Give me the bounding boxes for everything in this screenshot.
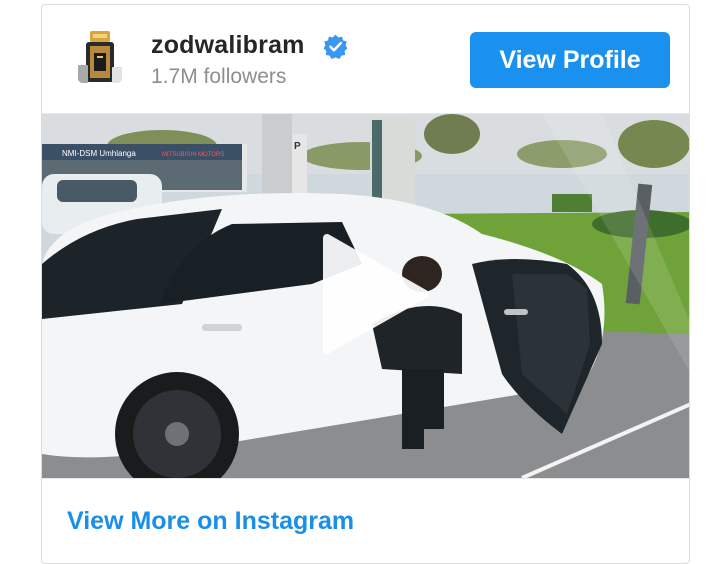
parking-sign: P	[294, 141, 301, 152]
view-more-link[interactable]: View More on Instagram	[67, 507, 354, 536]
follower-count: 1.7M followers	[151, 65, 287, 88]
brand-sign: MITSUBISHI MOTORS	[162, 152, 224, 158]
profile-avatar[interactable]	[68, 25, 132, 89]
view-profile-button[interactable]: View Profile	[470, 32, 670, 88]
profile-username[interactable]: zodwalibram	[151, 31, 305, 60]
instagram-embed-card: zodwalibram 1.7M followers View Profile …	[41, 4, 690, 564]
post-header: zodwalibram 1.7M followers View Profile	[42, 5, 689, 113]
dealer-sign: NMI-DSM Umhlanga	[62, 149, 136, 158]
perfume-bottle-icon	[78, 31, 122, 83]
verified-badge-icon	[323, 34, 348, 59]
post-video[interactable]: NMI-DSM Umhlanga MITSUBISHI MOTORS P	[42, 113, 689, 479]
play-icon[interactable]	[307, 230, 435, 358]
